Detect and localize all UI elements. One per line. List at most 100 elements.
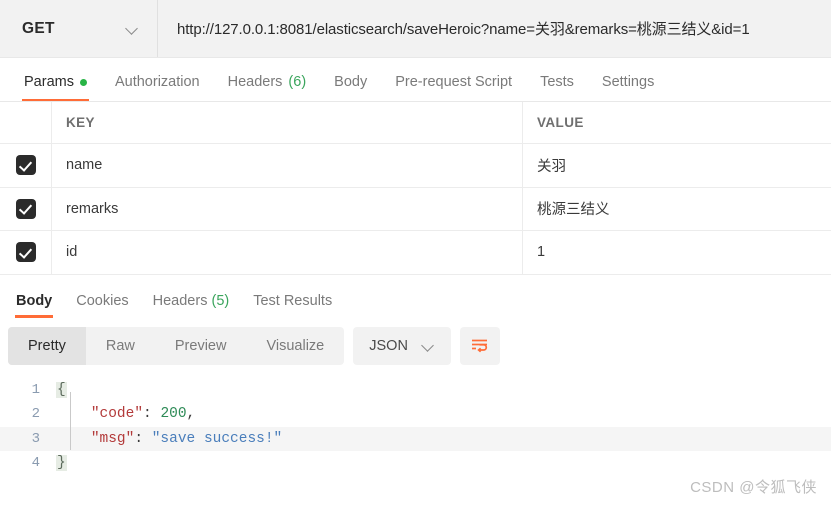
- table-row: name 关羽: [0, 144, 831, 188]
- line-number: 2: [31, 406, 40, 423]
- line-number: 1: [31, 381, 40, 398]
- response-tab-headers[interactable]: Headers (5): [141, 293, 242, 318]
- response-tab-cookies-label: Cookies: [76, 292, 129, 309]
- row-key-cell[interactable]: id: [52, 231, 523, 274]
- url-input[interactable]: http://127.0.0.1:8081/elasticsearch/save…: [158, 0, 831, 57]
- tab-headers-label: Headers: [227, 74, 283, 90]
- tab-authorization[interactable]: Authorization: [101, 74, 214, 101]
- tab-pre-request-script[interactable]: Pre-request Script: [381, 74, 526, 101]
- row-value-cell[interactable]: 关羽: [523, 144, 831, 187]
- code-line-text: }: [56, 455, 67, 472]
- row-value-text: 关羽: [537, 158, 566, 175]
- checkbox-checked-icon[interactable]: [15, 198, 36, 219]
- tab-params-label: Params: [24, 74, 74, 90]
- view-mode-visualize[interactable]: Visualize: [246, 327, 344, 365]
- view-mode-raw[interactable]: Raw: [86, 327, 155, 365]
- response-format-toolbar: Pretty Raw Preview Visualize JSON: [0, 318, 831, 374]
- row-key-text: remarks: [66, 200, 119, 217]
- response-tab-test-results[interactable]: Test Results: [241, 293, 344, 318]
- view-mode-pretty-label: Pretty: [28, 337, 66, 354]
- row-key-cell[interactable]: remarks: [52, 187, 523, 230]
- row-checkbox-cell: [0, 144, 52, 187]
- http-method-label: GET: [22, 19, 55, 37]
- tab-headers-count: (6): [288, 74, 307, 90]
- tab-pre-request-script-label: Pre-request Script: [395, 74, 513, 90]
- json-colon: :: [134, 430, 152, 447]
- indent-guide: [70, 391, 71, 450]
- view-mode-visualize-label: Visualize: [266, 337, 325, 354]
- tab-body[interactable]: Body: [320, 74, 381, 101]
- code-line-text: {: [56, 381, 67, 398]
- json-comma: ,: [186, 406, 196, 423]
- code-line: 1 {: [0, 378, 831, 403]
- tab-params[interactable]: Params: [10, 74, 101, 101]
- json-close-brace: }: [56, 455, 67, 472]
- json-number-200: 200: [160, 406, 187, 423]
- response-tab-headers-count: (5): [211, 292, 230, 309]
- json-key-code: "code": [90, 406, 144, 423]
- row-value-cell[interactable]: 1: [523, 231, 831, 274]
- response-tab-body-label: Body: [16, 292, 53, 309]
- url-text: http://127.0.0.1:8081/elasticsearch/save…: [177, 21, 750, 38]
- tab-authorization-label: Authorization: [114, 74, 200, 90]
- row-key-text: id: [66, 244, 78, 261]
- postman-request-response-panel: GET http://127.0.0.1:8081/elasticsearch/…: [0, 0, 831, 506]
- code-line: 3 "msg": "save success!": [0, 426, 831, 451]
- tab-settings[interactable]: Settings: [588, 74, 668, 101]
- column-header-key: KEY: [66, 115, 95, 130]
- row-checkbox-cell: [0, 187, 52, 230]
- table-header-row: KEY VALUE: [0, 102, 831, 144]
- view-mode-pretty[interactable]: Pretty: [8, 326, 86, 365]
- params-table: KEY VALUE name 关羽 remarks 桃源三结义 id 1: [0, 102, 831, 275]
- word-wrap-icon: [472, 339, 488, 353]
- response-tab-headers-label: Headers: [152, 292, 208, 309]
- url-bar: GET http://127.0.0.1:8081/elasticsearch/…: [0, 0, 831, 58]
- table-row: remarks 桃源三结义: [0, 187, 831, 231]
- header-checkbox-cell: [0, 102, 52, 143]
- response-tab-cookies[interactable]: Cookies: [64, 293, 140, 318]
- json-key-msg: "msg": [90, 430, 135, 447]
- header-key-cell: KEY: [52, 102, 523, 143]
- response-language-label: JSON: [369, 337, 408, 354]
- response-language-select[interactable]: JSON: [353, 326, 451, 365]
- response-body-code[interactable]: 1 { 2 "code": 200, 3 "msg": "save succes…: [0, 374, 831, 476]
- row-value-text: 桃源三结义: [537, 202, 610, 219]
- response-tabs: Body Cookies Headers (5) Test Results: [0, 274, 831, 318]
- view-mode-segmented-control: Pretty Raw Preview Visualize: [8, 326, 345, 365]
- header-value-cell: VALUE: [523, 102, 831, 143]
- word-wrap-button[interactable]: [459, 326, 500, 365]
- row-checkbox-cell: [0, 231, 52, 274]
- chevron-down-icon: [126, 22, 139, 35]
- code-line: 4 }: [0, 451, 831, 476]
- tab-headers[interactable]: Headers (6): [214, 74, 321, 101]
- tab-body-label: Body: [334, 74, 368, 90]
- http-method-select[interactable]: GET: [0, 0, 158, 57]
- response-tab-test-results-label: Test Results: [253, 292, 333, 309]
- watermark: CSDN @令狐飞侠: [690, 479, 817, 496]
- tab-settings-label: Settings: [601, 74, 655, 90]
- view-mode-preview-label: Preview: [174, 337, 227, 354]
- request-tabs: Params Authorization Headers (6) Body Pr…: [0, 58, 831, 102]
- view-mode-raw-label: Raw: [105, 337, 135, 354]
- code-line: 2 "code": 200,: [0, 402, 831, 427]
- tab-tests-label: Tests: [540, 74, 574, 90]
- params-modified-dot-icon: [79, 78, 87, 86]
- json-string-save-success: "save success!": [151, 430, 283, 447]
- response-tab-body[interactable]: Body: [4, 293, 64, 318]
- json-colon: :: [143, 406, 161, 423]
- checkbox-checked-icon[interactable]: [15, 242, 36, 263]
- code-line-text: "code": 200,: [56, 406, 195, 422]
- code-line-text: "msg": "save success!": [56, 431, 282, 447]
- chevron-down-icon: [422, 339, 435, 352]
- row-key-text: name: [66, 157, 103, 174]
- tab-tests[interactable]: Tests: [526, 74, 588, 101]
- line-number: 3: [31, 430, 40, 447]
- line-number: 4: [31, 455, 40, 472]
- row-key-cell[interactable]: name: [52, 144, 523, 187]
- table-row: id 1: [0, 231, 831, 275]
- row-value-cell[interactable]: 桃源三结义: [523, 188, 831, 231]
- view-mode-preview[interactable]: Preview: [155, 327, 247, 365]
- column-header-value: VALUE: [537, 115, 584, 130]
- json-open-brace: {: [56, 381, 67, 398]
- checkbox-checked-icon[interactable]: [15, 155, 36, 176]
